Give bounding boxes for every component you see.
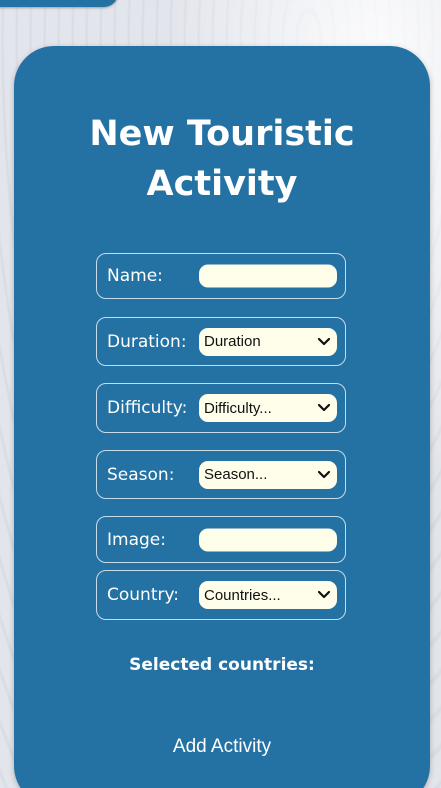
duration-select-value: Duration <box>204 333 261 350</box>
top-nav-tab[interactable] <box>0 0 118 7</box>
chevron-down-icon <box>317 337 331 345</box>
country-select-value: Countries... <box>204 586 281 604</box>
season-row: Season: Season... <box>96 450 346 499</box>
duration-row: Duration: Duration <box>96 317 346 366</box>
add-activity-button[interactable]: Add Activity <box>142 736 302 758</box>
name-label: Name: <box>107 266 163 286</box>
season-select-value: Season... <box>204 466 268 483</box>
country-label: Country: <box>107 585 180 605</box>
chevron-down-icon <box>317 403 331 412</box>
name-row: Name: <box>96 253 346 299</box>
form-title: New Touristic Activity <box>89 114 355 204</box>
difficulty-row: Difficulty: Difficulty... <box>96 383 346 433</box>
image-input[interactable] <box>199 528 337 551</box>
difficulty-label: Difficulty: <box>107 398 188 418</box>
selected-countries-heading: Selected countries: <box>129 655 315 675</box>
season-select[interactable]: Season... <box>199 460 337 489</box>
image-row: Image: <box>96 516 346 563</box>
country-select[interactable]: Countries... <box>199 581 337 609</box>
country-row: Country: Countries... <box>96 570 346 620</box>
image-label: Image: <box>107 529 166 550</box>
season-label: Season: <box>107 464 175 485</box>
chevron-down-icon <box>317 470 331 478</box>
difficulty-select-value: Difficulty... <box>204 399 272 417</box>
duration-label: Duration: <box>107 331 187 352</box>
difficulty-select[interactable]: Difficulty... <box>199 394 337 422</box>
name-input[interactable] <box>199 264 337 288</box>
chevron-down-icon <box>317 590 331 599</box>
activity-form-card: New Touristic Activity Name: Duration: D… <box>14 46 430 788</box>
duration-select[interactable]: Duration <box>199 327 337 356</box>
